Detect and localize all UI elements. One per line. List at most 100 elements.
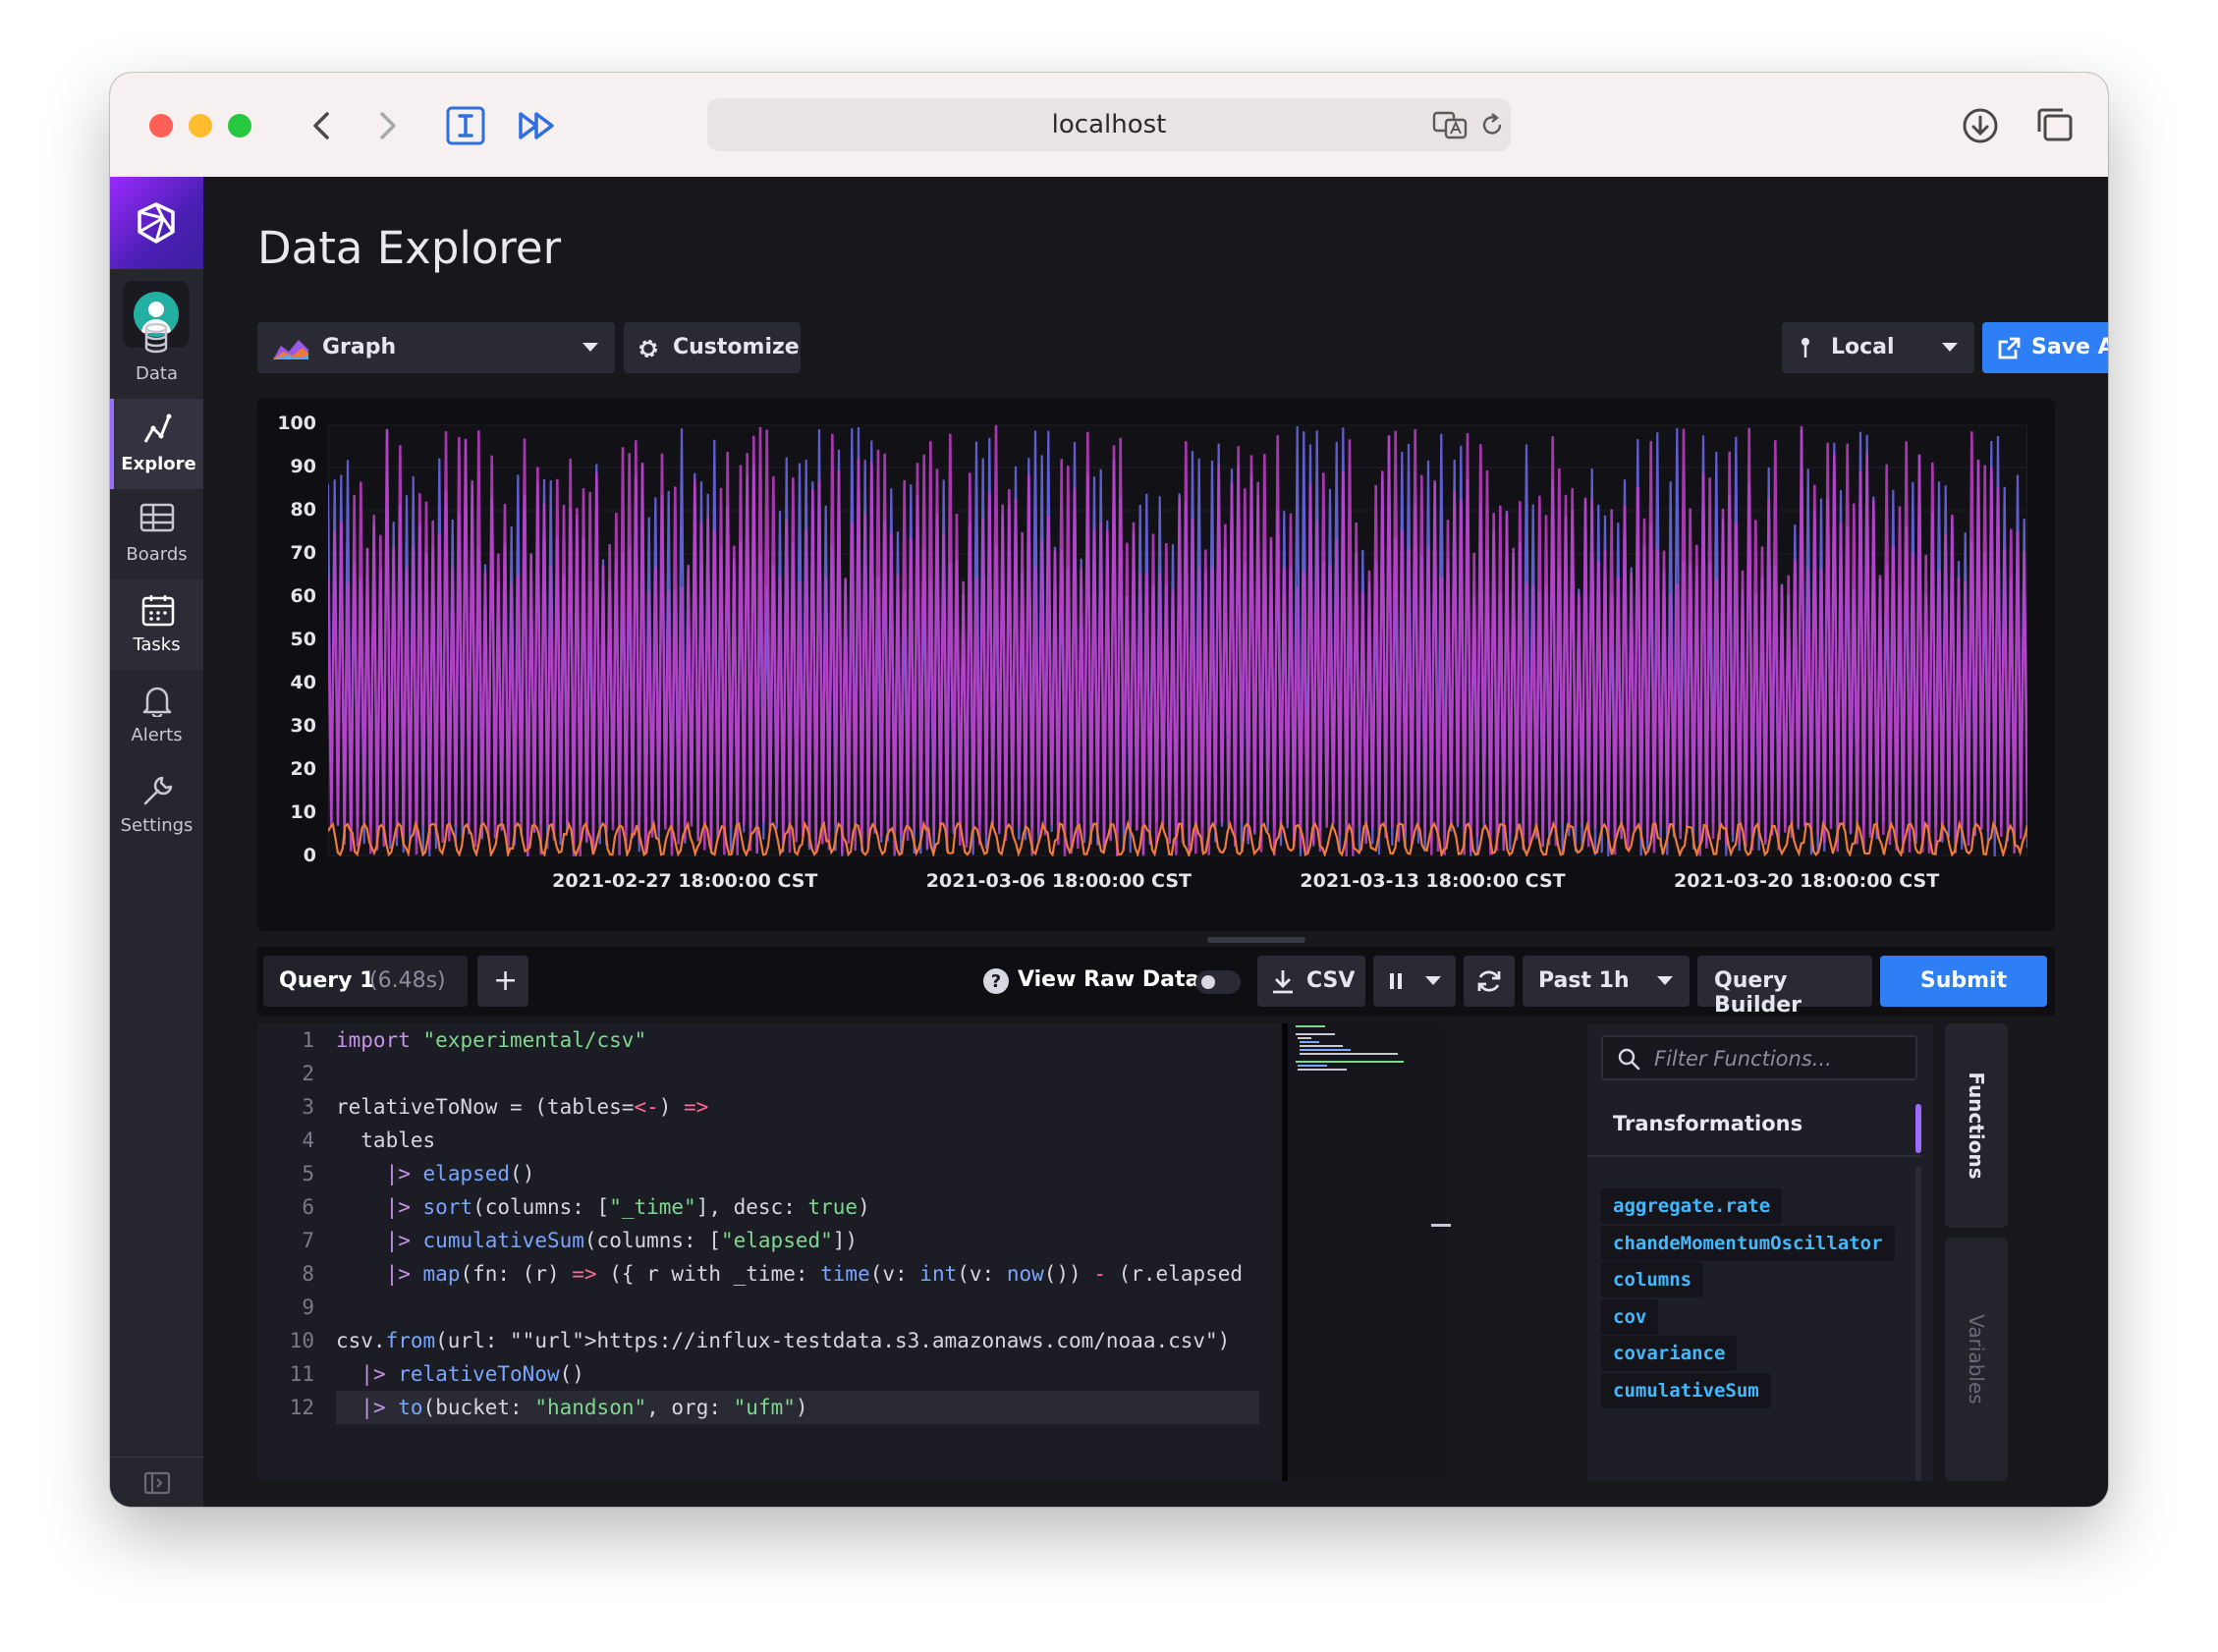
code-line[interactable]: relativeToNow = (tables=<-) => — [336, 1090, 1259, 1124]
view-raw-data-toggle[interactable] — [1195, 970, 1241, 994]
dashboard-grid-icon — [139, 503, 175, 532]
code-line[interactable]: |> elapsed() — [336, 1157, 1259, 1190]
time-range-label: Past 1h — [1538, 968, 1630, 993]
code-line[interactable]: |> relativeToNow() — [336, 1357, 1259, 1391]
forward-arrow-icon[interactable] — [363, 102, 411, 149]
functions-scrollbar[interactable] — [1915, 1167, 1921, 1481]
save-as-button[interactable]: Save As — [1982, 322, 2108, 373]
code-line[interactable]: csv.from(url: ""url">https://influx-test… — [336, 1324, 1259, 1357]
query-builder-button[interactable]: Query Builder — [1697, 956, 1872, 1018]
add-query-button[interactable]: + — [477, 956, 528, 1007]
graph-type-dropdown[interactable]: Graph — [257, 322, 615, 373]
line-number: 12 — [289, 1396, 314, 1419]
code-line[interactable]: |> map(fn: (r) => ({ r with _time: time(… — [336, 1257, 1259, 1291]
sidebar-item-settings[interactable]: Settings — [110, 760, 203, 851]
line-number: 9 — [302, 1295, 314, 1319]
line-number: 10 — [289, 1329, 314, 1352]
line-number: 2 — [302, 1062, 314, 1085]
minimap-scroll-marker — [1431, 1224, 1451, 1227]
zoom-window-button[interactable] — [228, 114, 251, 138]
x-tick-label: 2021-02-27 18:00:00 CST — [552, 870, 818, 892]
bell-icon — [142, 687, 172, 717]
view-raw-data-label: View Raw Data — [1018, 967, 1200, 992]
pause-refresh-dropdown[interactable] — [1373, 956, 1456, 1007]
scrollbar-thumb[interactable] — [1915, 1104, 1921, 1153]
reader-cursor-icon[interactable] — [442, 102, 489, 149]
filter-functions-field[interactable] — [1601, 1035, 1917, 1080]
fast-forward-icon[interactable] — [513, 102, 560, 149]
function-category-heading: Transformations — [1613, 1112, 1803, 1135]
sidebar-item-boards[interactable]: Boards — [110, 489, 203, 579]
code-line[interactable] — [336, 1291, 1259, 1324]
function-item[interactable]: aggregate.rate — [1601, 1188, 1783, 1224]
back-arrow-icon[interactable] — [299, 102, 346, 149]
sidebar-item-data[interactable]: Data — [110, 308, 203, 399]
sidebar-item-tasks[interactable]: Tasks — [110, 579, 203, 670]
close-window-button[interactable] — [149, 114, 173, 138]
code-line[interactable] — [336, 1057, 1259, 1090]
function-item[interactable]: cov — [1601, 1299, 1659, 1335]
function-item[interactable]: covariance — [1601, 1336, 1738, 1371]
line-graph[interactable] — [328, 424, 2027, 856]
svg-text:?: ? — [991, 971, 1001, 992]
flux-editor[interactable]: 1 2 3 4 5 6 7 8 9 10 11 12 import "exper… — [257, 1023, 1287, 1481]
expand-sidebar-icon — [143, 1471, 171, 1495]
y-tick-label: 10 — [290, 801, 316, 823]
address-bar[interactable]: localhost — [707, 98, 1511, 151]
code-line[interactable]: tables — [336, 1124, 1259, 1157]
query-time: (6.48s) — [369, 968, 446, 993]
code-line[interactable]: |> sort(columns: ["_time"], desc: true) — [336, 1190, 1259, 1224]
browser-toolbar: localhost — [110, 73, 2108, 178]
function-item[interactable]: cumulativeSum — [1601, 1373, 1771, 1408]
functions-tab-label: Functions — [1965, 1072, 1988, 1180]
tabs-overview-icon[interactable] — [2031, 102, 2079, 149]
resize-handle[interactable] — [1207, 937, 1305, 943]
code-line[interactable]: |> cumulativeSum(columns: ["elapsed"]) — [336, 1224, 1259, 1257]
line-number: 7 — [302, 1229, 314, 1252]
timezone-dropdown[interactable]: Local — [1782, 322, 1974, 373]
csv-download-button[interactable]: CSV — [1257, 956, 1365, 1007]
function-item[interactable]: columns — [1601, 1262, 1704, 1297]
influxdb-logo[interactable] — [110, 177, 203, 269]
filter-functions-input[interactable] — [1652, 1043, 1912, 1074]
collapse-sidebar-button[interactable] — [110, 1457, 203, 1507]
divider — [1587, 1155, 1921, 1157]
help-icon[interactable]: ? — [982, 967, 1010, 995]
tab-functions[interactable]: Functions — [1945, 1023, 2008, 1228]
translate-icon[interactable] — [1432, 110, 1469, 139]
pause-icon — [1390, 973, 1402, 989]
refresh-icon — [1477, 970, 1501, 992]
line-number: 1 — [302, 1028, 314, 1052]
graph-type-label: Graph — [322, 335, 397, 359]
refresh-button[interactable] — [1464, 956, 1515, 1007]
page-title: Data Explorer — [257, 222, 562, 274]
calendar-icon — [141, 595, 175, 627]
y-tick-label: 100 — [277, 413, 316, 434]
y-tick-label: 30 — [290, 715, 316, 737]
submit-button[interactable]: Submit — [1880, 956, 2047, 1007]
browser-window: localhost Data Explore Boards Tasks Aler… — [110, 73, 2108, 1507]
url-text: localhost — [1051, 110, 1167, 139]
functions-panel: Transformations aggregate.rate chandeMom… — [1587, 1023, 1933, 1481]
code-line[interactable]: import "experimental/csv" — [336, 1023, 1259, 1057]
sidebar-item-alerts[interactable]: Alerts — [110, 670, 203, 760]
code-minimap[interactable] — [1282, 1023, 1451, 1481]
reload-icon[interactable] — [1477, 110, 1507, 139]
y-tick-label: 60 — [290, 585, 316, 607]
customize-button[interactable]: Customize — [624, 322, 801, 373]
function-item[interactable]: chandeMomentumOscillator — [1601, 1226, 1895, 1261]
database-icon — [144, 322, 168, 354]
x-tick-label: 2021-03-13 18:00:00 CST — [1300, 870, 1566, 892]
download-icon[interactable] — [1957, 102, 2004, 149]
tab-query-1[interactable]: Query 1 (6.48s) — [263, 956, 468, 1007]
code-line[interactable]: |> to(bucket: "handson", org: "ufm") — [336, 1391, 1259, 1424]
explore-graph-icon — [143, 413, 172, 443]
y-tick-label: 90 — [290, 456, 316, 477]
graph-type-icon — [273, 340, 308, 359]
caret-down-icon — [1657, 976, 1673, 985]
tab-variables[interactable]: Variables — [1945, 1238, 2008, 1481]
sidebar-item-explore[interactable]: Explore — [110, 399, 203, 489]
minimize-window-button[interactable] — [189, 114, 212, 138]
time-range-dropdown[interactable]: Past 1h — [1523, 956, 1690, 1007]
line-number: 6 — [302, 1195, 314, 1219]
